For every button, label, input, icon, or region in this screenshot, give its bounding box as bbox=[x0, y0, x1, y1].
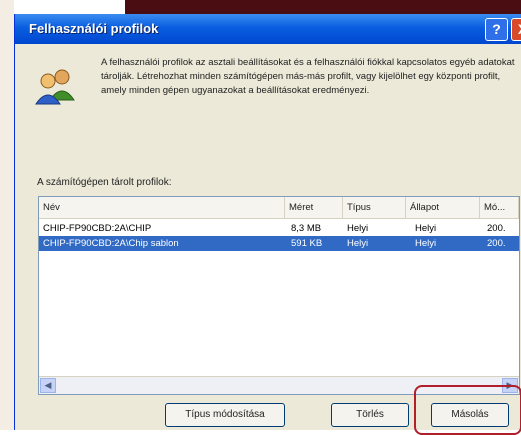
help-button[interactable]: ? bbox=[485, 18, 508, 41]
change-type-button[interactable]: Típus módosítása bbox=[165, 403, 285, 427]
cell-size: 591 KB bbox=[291, 238, 323, 249]
column-header-type[interactable]: Típus bbox=[343, 197, 406, 218]
cell-name: CHIP-FP90CBD:2A\CHIP bbox=[43, 223, 152, 234]
cell-status: Helyi bbox=[415, 238, 437, 249]
column-header-name[interactable]: Név bbox=[39, 197, 285, 218]
profiles-label: A számítógépen tárolt profilok: bbox=[37, 177, 172, 188]
background-left-strip bbox=[0, 0, 14, 430]
cell-status: Helyi bbox=[415, 223, 437, 234]
column-header-status[interactable]: Állapot bbox=[406, 197, 480, 218]
table-row-selected[interactable]: CHIP-FP90CBD:2A\Chip sablon 591 KB Helyi… bbox=[39, 236, 519, 251]
list-header: Név Méret Típus Állapot Mó... bbox=[39, 197, 519, 219]
cell-modified: 200. bbox=[487, 238, 506, 249]
description-text: A felhasználói profilok az asztali beáll… bbox=[101, 57, 515, 96]
horizontal-scrollbar[interactable]: ◀ ▶ bbox=[39, 376, 519, 394]
copy-button[interactable]: Másolás bbox=[431, 403, 509, 427]
column-header-size[interactable]: Méret bbox=[285, 197, 343, 218]
table-row[interactable]: CHIP-FP90CBD:2A\CHIP 8,3 MB Helyi Helyi … bbox=[39, 221, 519, 236]
dialog-title: Felhasználói profilok bbox=[29, 21, 159, 36]
column-header-modified[interactable]: Mó... bbox=[480, 197, 519, 218]
profiles-listview[interactable]: Név Méret Típus Állapot Mó... CHIP-FP90C… bbox=[38, 196, 520, 395]
title-bar[interactable]: Felhasználói profilok ? X bbox=[15, 14, 521, 44]
delete-button[interactable]: Törlés bbox=[331, 403, 409, 427]
close-button[interactable]: X bbox=[511, 18, 521, 41]
scroll-right-icon[interactable]: ▶ bbox=[502, 378, 518, 393]
cell-type: Helyi bbox=[347, 238, 369, 249]
scroll-left-icon[interactable]: ◀ bbox=[40, 378, 56, 393]
users-icon bbox=[35, 69, 75, 105]
cell-type: Helyi bbox=[347, 223, 369, 234]
user-profiles-dialog: Felhasználói profilok ? X A felhasználói… bbox=[14, 14, 521, 430]
cell-size: 8,3 MB bbox=[291, 223, 322, 234]
cell-name: CHIP-FP90CBD:2A\Chip sablon bbox=[43, 238, 179, 249]
cell-modified: 200. bbox=[487, 223, 506, 234]
